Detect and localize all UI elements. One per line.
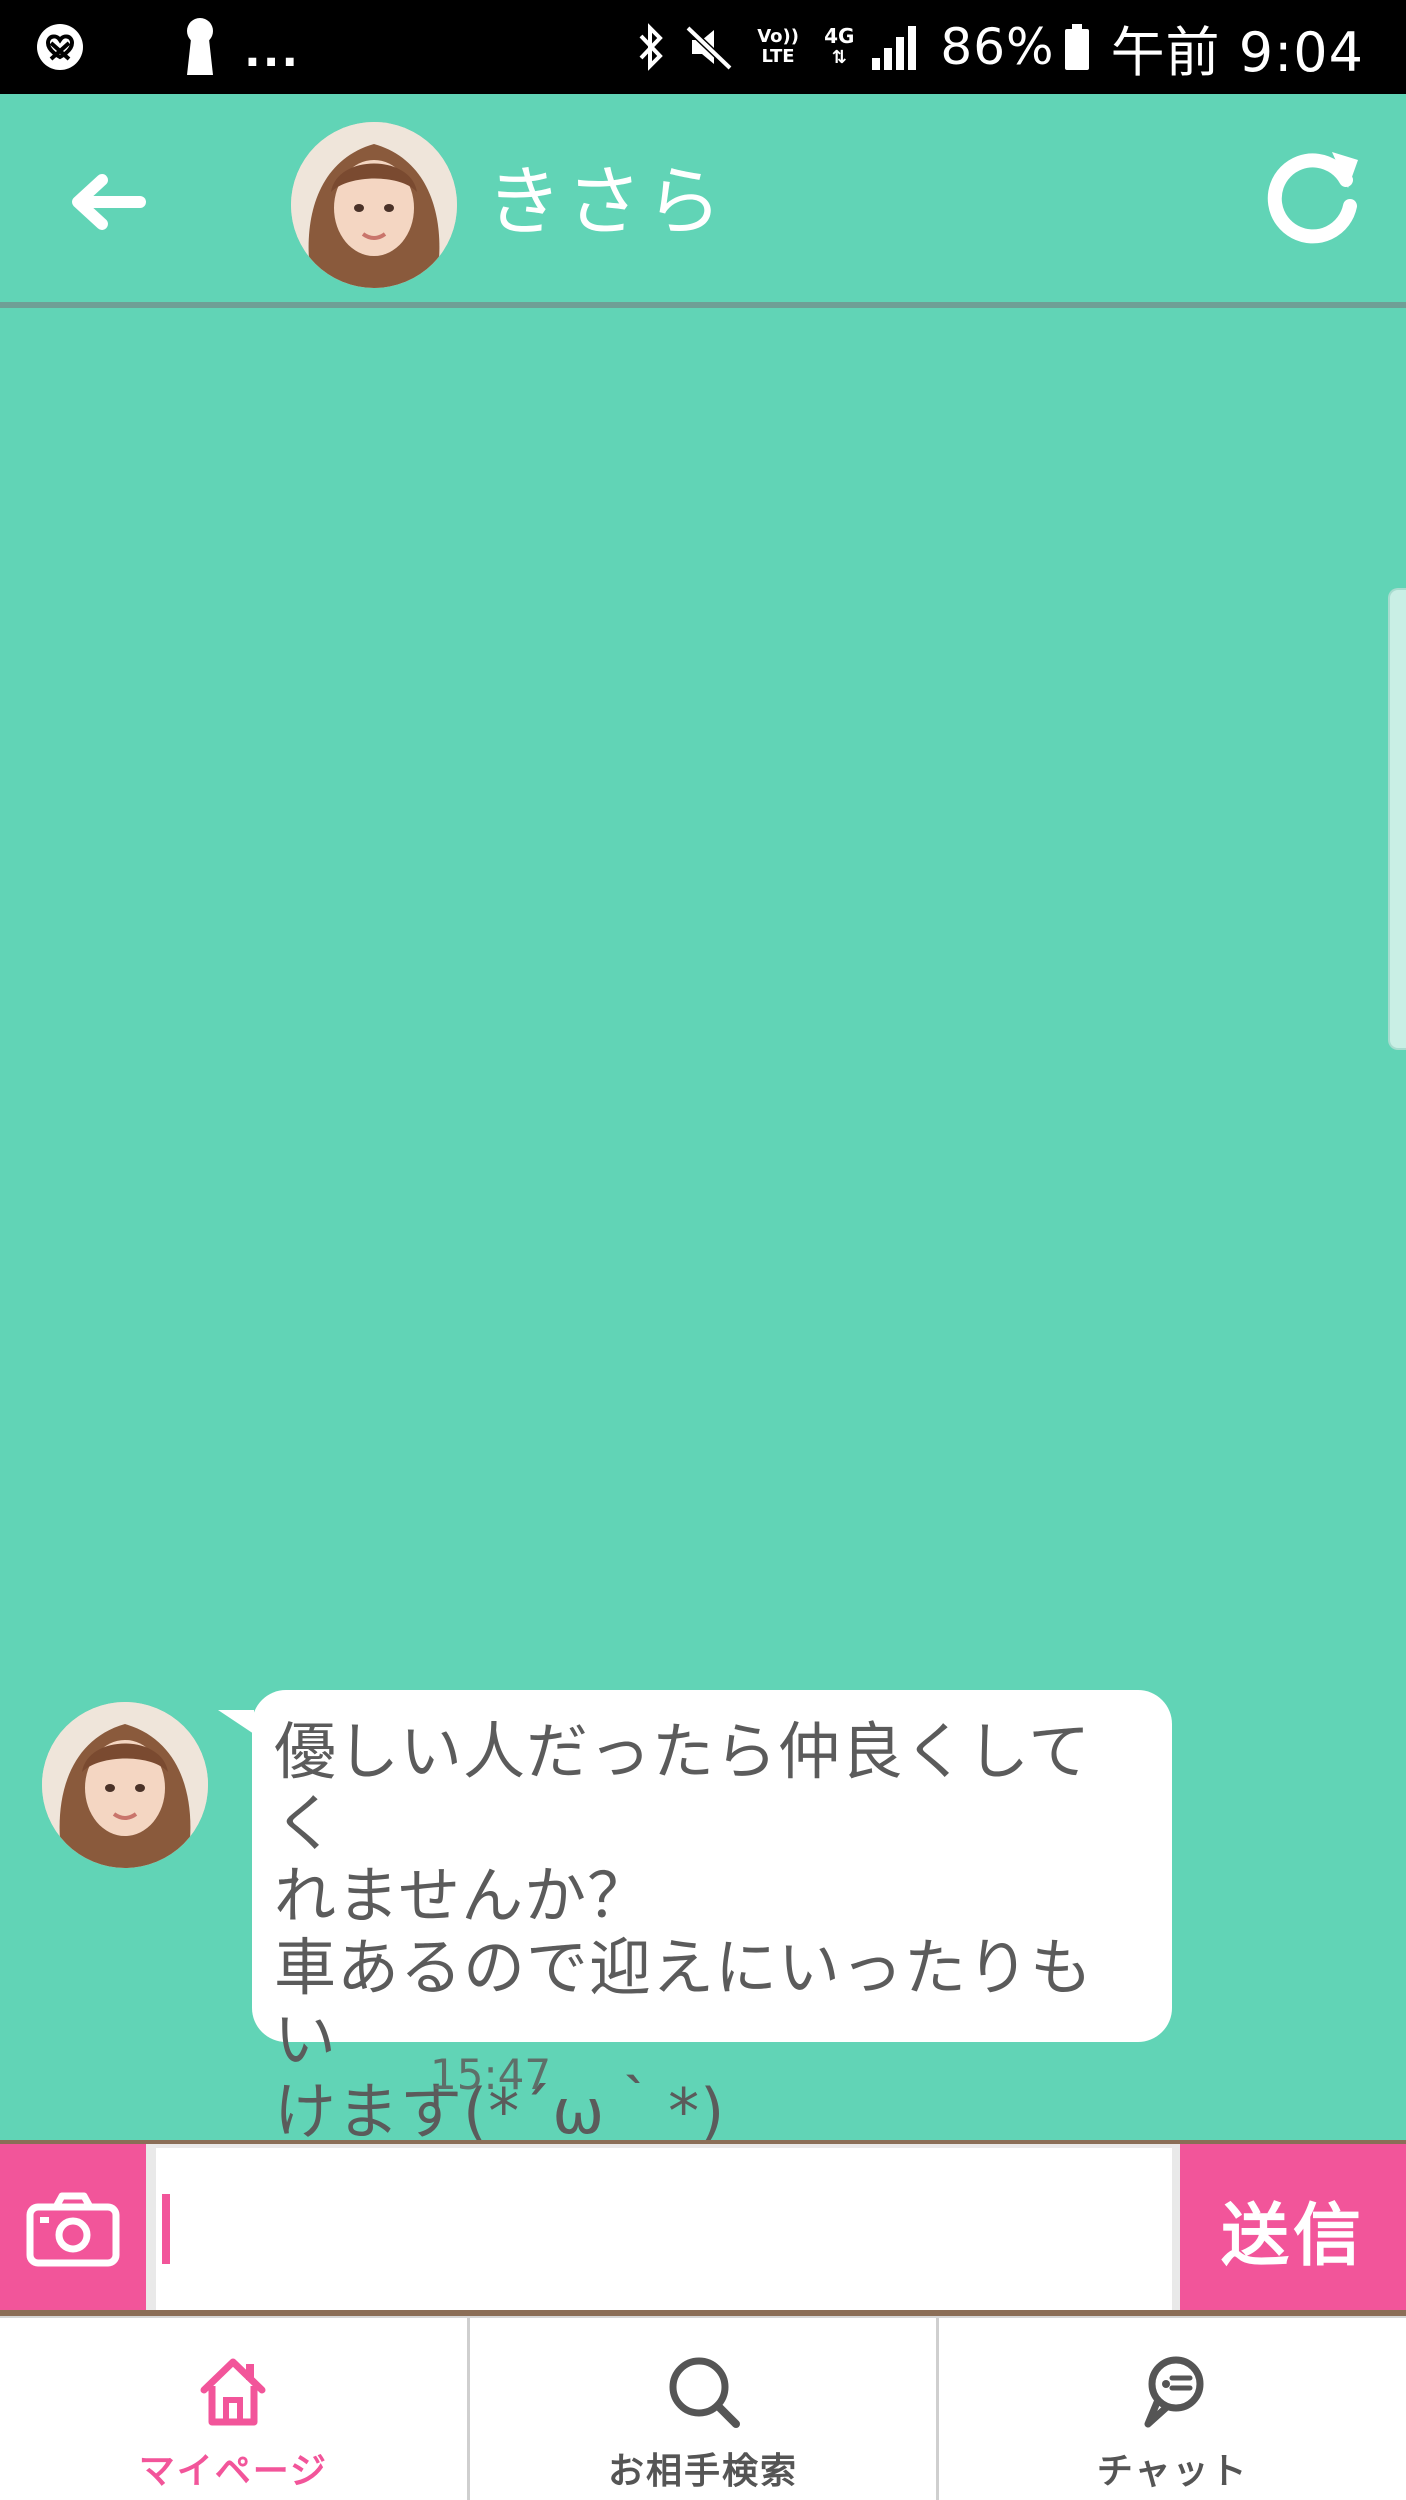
contact-name: きさら <box>486 157 726 246</box>
mute-icon <box>685 25 733 71</box>
chat-header: きさら <box>0 94 1406 308</box>
refresh-icon[interactable] <box>1262 146 1364 248</box>
message-input-bar: 送信 <box>0 2140 1406 2314</box>
nav-label: チャット <box>1096 2451 1249 2492</box>
bottom-navigation: マイページ お相手検索 チャット <box>0 2316 1406 2500</box>
battery-percentage: 86% <box>940 18 1055 76</box>
bubble-tail <box>218 1710 254 1734</box>
chat-icon <box>1144 2356 1204 2428</box>
notification-more-indicator: ... <box>244 26 301 77</box>
nav-label: マイページ <box>138 2451 328 2492</box>
message-text: 優しい人だったら仲良くしてく れませんか？ 車あるので迎えにいったりもい けます… <box>274 1715 1094 2148</box>
status-bar-right: Vo)) LTE 4G ⇅ 86% 午前 9:04 <box>638 12 1364 84</box>
message-timestamp: 15:47 <box>430 2050 552 2099</box>
nav-item-mypage[interactable]: マイページ <box>0 2318 470 2500</box>
clock: 午前 9:04 <box>1110 20 1364 84</box>
message-list[interactable]: 優しい人だったら仲良くしてく れませんか？ 車あるので迎えにいったりもい けます… <box>0 314 1406 2148</box>
status-bar-left: ... <box>34 14 300 80</box>
chat-screen: ... Vo)) LTE 4G ⇅ 86% 午前 9:04 きさら 優しい人だっ… <box>0 0 1406 2500</box>
nav-item-search[interactable]: お相手検索 <box>470 2318 940 2500</box>
status-bar: ... Vo)) LTE 4G ⇅ 86% 午前 9:04 <box>0 0 1406 94</box>
search-icon <box>669 2357 740 2428</box>
network-type-label: 4G <box>824 24 855 48</box>
battery-icon <box>1064 24 1089 70</box>
avatar-photo <box>42 1702 208 1868</box>
send-button[interactable]: 送信 <box>1180 2144 1406 2314</box>
keyhole-icon <box>187 18 213 75</box>
camera-icon <box>26 2192 120 2267</box>
data-arrows-icon: ⇅ <box>831 47 847 68</box>
pretzel-icon <box>37 24 83 70</box>
scrollbar-handle[interactable] <box>1388 588 1406 1050</box>
message-sender-avatar[interactable] <box>42 1702 208 1868</box>
nav-item-chat[interactable]: チャット <box>939 2318 1406 2500</box>
home-icon <box>200 2358 266 2426</box>
bluetooth-icon <box>639 23 663 71</box>
message-bubble[interactable]: 優しい人だったら仲良くしてく れませんか？ 車あるので迎えにいったりもい けます… <box>252 1690 1172 2148</box>
back-arrow-icon[interactable] <box>68 172 148 232</box>
network-type-indicator: 4G ⇅ <box>824 26 854 68</box>
camera-button[interactable] <box>0 2144 146 2314</box>
text-caret <box>162 2194 170 2264</box>
signal-icon <box>872 26 917 70</box>
avatar-photo <box>291 122 457 288</box>
nav-label: お相手検索 <box>608 2451 799 2492</box>
contact-avatar[interactable] <box>291 122 457 288</box>
volte-indicator: Vo)) LTE <box>757 26 799 67</box>
message-input[interactable] <box>156 2148 1172 2310</box>
